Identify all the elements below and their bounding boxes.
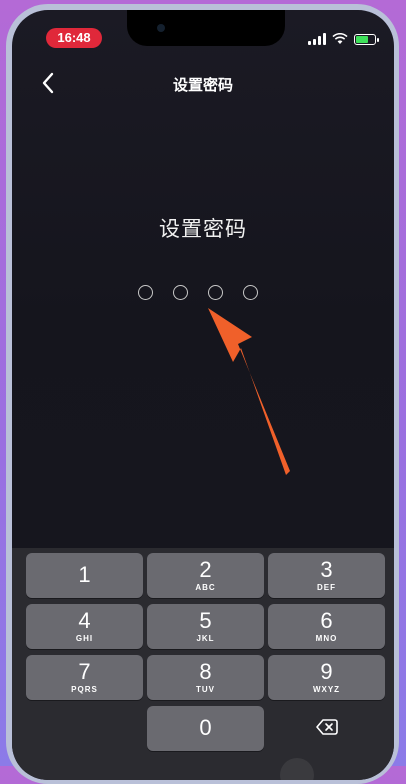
delete-button[interactable] bbox=[268, 706, 385, 751]
status-icons bbox=[308, 32, 379, 46]
key-3[interactable]: 3 DEF bbox=[268, 553, 385, 598]
key-7[interactable]: 7 PQRS bbox=[26, 655, 143, 700]
camera bbox=[157, 24, 165, 32]
key-8[interactable]: 8 TUV bbox=[147, 655, 264, 700]
pin-dot bbox=[173, 285, 188, 300]
key-9[interactable]: 9 WXYZ bbox=[268, 655, 385, 700]
key-6[interactable]: 6 MNO bbox=[268, 604, 385, 649]
key-2[interactable]: 2 ABC bbox=[147, 553, 264, 598]
wifi-icon bbox=[332, 33, 348, 44]
screen: 16:48 设置密码 设置密码 1 2 ABC 3 DEF 4 GHI 5 JK… bbox=[12, 10, 394, 780]
pin-dot bbox=[208, 285, 223, 300]
key-5[interactable]: 5 JKL bbox=[147, 604, 264, 649]
pin-dot bbox=[138, 285, 153, 300]
password-prompt: 设置密码 bbox=[159, 218, 247, 241]
battery-icon bbox=[354, 33, 379, 45]
backspace-icon bbox=[316, 719, 338, 735]
key-1[interactable]: 1 bbox=[26, 553, 143, 598]
pin-dots bbox=[138, 285, 258, 300]
cellular-signal-icon bbox=[308, 33, 326, 45]
key-4[interactable]: 4 GHI bbox=[26, 604, 143, 649]
key-0[interactable]: 0 bbox=[147, 706, 264, 751]
page-title: 设置密码 bbox=[172, 77, 233, 94]
pin-dot bbox=[243, 285, 258, 300]
numeric-keypad: 1 2 ABC 3 DEF 4 GHI 5 JKL 6 MNO 7 PQRS 8… bbox=[12, 548, 394, 780]
notch bbox=[127, 10, 285, 46]
status-time: 16:48 bbox=[46, 28, 102, 48]
